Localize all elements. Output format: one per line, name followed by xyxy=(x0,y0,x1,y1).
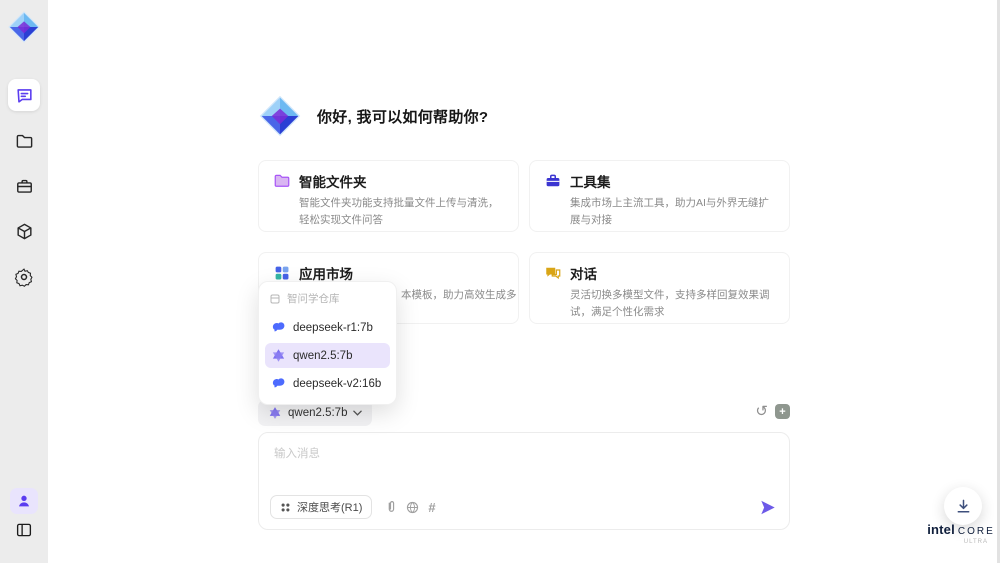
folder-icon xyxy=(274,174,290,187)
chat-bubble-icon xyxy=(546,267,561,280)
model-option-deepseek-v2[interactable]: deepseek-v2:16b xyxy=(265,371,390,396)
core-wordmark: core xyxy=(957,526,995,537)
model-selector-label: qwen2.5:7b xyxy=(288,407,348,419)
settings-icon xyxy=(14,268,33,287)
card-desc: 集成市场上主流工具，助力AI与外界无缝扩展与对接 xyxy=(570,197,769,226)
app-logo-icon xyxy=(8,11,40,43)
card-toolset[interactable]: 工具集 集成市场上主流工具，助力AI与外界无缝扩展与对接 xyxy=(529,160,790,232)
card-desc: 本模板，助力高效生成多 xyxy=(401,289,517,301)
intel-core-logo: intel core ultra xyxy=(927,522,995,545)
model-option-deepseek-r1[interactable]: deepseek-r1:7b xyxy=(265,315,390,340)
intel-wordmark: intel xyxy=(927,522,955,537)
app-market-icon xyxy=(275,266,289,280)
globe-icon[interactable] xyxy=(406,501,419,514)
message-input[interactable] xyxy=(272,443,756,487)
new-chat-icon[interactable]: + xyxy=(775,404,790,419)
message-composer: 深度思考(R1) # xyxy=(258,432,790,530)
deep-think-label: 深度思考(R1) xyxy=(297,502,363,514)
hash-icon[interactable]: # xyxy=(428,500,435,515)
greeting-logo-icon xyxy=(259,95,301,137)
qwen-icon xyxy=(272,349,285,362)
sidebar xyxy=(0,0,48,563)
app-window: 你好, 我可以如何帮助你? 智能文件夹 智能文件夹功能支持批量文件上传与清洗，轻… xyxy=(0,0,1000,563)
card-title: 智能文件夹 xyxy=(299,175,367,190)
toolbox-icon xyxy=(546,174,560,187)
deepseek-icon xyxy=(272,378,285,388)
sidebar-item-settings[interactable] xyxy=(8,261,40,293)
card-title: 应用市场 xyxy=(299,267,353,282)
send-icon xyxy=(761,500,775,514)
sidebar-item-folders[interactable] xyxy=(8,125,40,157)
composer-icons: # xyxy=(385,500,436,515)
model-dropdown: 智问学仓库 deepseek-r1:7b qwen2.5:7b deepseek… xyxy=(258,281,397,405)
greeting: 你好, 我可以如何帮助你? xyxy=(258,94,488,138)
composer-toolbar: 深度思考(R1) # xyxy=(270,495,777,519)
folder-icon xyxy=(16,134,32,148)
chevron-down-icon xyxy=(353,410,363,416)
card-title: 工具集 xyxy=(570,175,611,190)
deep-think-icon xyxy=(281,503,290,511)
main-content: 你好, 我可以如何帮助你? 智能文件夹 智能文件夹功能支持批量文件上传与清洗，轻… xyxy=(258,0,790,563)
card-dialogue[interactable]: 对话 灵活切换多模型文件，支持多样回复效果调试，满足个性化需求 xyxy=(529,252,790,324)
chat-icon xyxy=(16,88,32,103)
cube-icon xyxy=(16,223,32,239)
model-option-label: deepseek-v2:16b xyxy=(293,377,382,390)
sidebar-item-user[interactable] xyxy=(10,488,38,514)
model-option-label: deepseek-r1:7b xyxy=(293,321,373,334)
card-smart-folder[interactable]: 智能文件夹 智能文件夹功能支持批量文件上传与清洗，轻松实现文件问答 xyxy=(258,160,519,232)
model-option-qwen[interactable]: qwen2.5:7b xyxy=(265,343,390,368)
send-button[interactable] xyxy=(759,499,777,516)
intel-sub-label: ultra xyxy=(963,539,988,545)
model-option-label: qwen2.5:7b xyxy=(293,349,353,362)
toolbox-icon xyxy=(16,179,32,193)
sidebar-item-chat[interactable] xyxy=(8,79,40,111)
qwen-icon xyxy=(269,407,281,419)
panel-toggle-icon xyxy=(16,523,32,537)
sidebar-item-models[interactable] xyxy=(8,215,40,247)
sidebar-item-tools[interactable] xyxy=(8,170,40,202)
repository-icon xyxy=(270,294,280,303)
history-icon[interactable]: ↺ xyxy=(755,404,768,419)
user-icon xyxy=(19,495,29,507)
model-dropdown-header: 智问学仓库 xyxy=(265,289,390,312)
download-icon xyxy=(957,499,969,512)
card-title: 对话 xyxy=(570,267,597,282)
paperclip-icon[interactable] xyxy=(385,500,397,514)
card-desc: 智能文件夹功能支持批量文件上传与清洗，轻松实现文件问答 xyxy=(299,197,499,226)
model-dropdown-header-label: 智问学仓库 xyxy=(287,293,340,305)
download-button[interactable] xyxy=(944,487,982,525)
greeting-title: 你好, 我可以如何帮助你? xyxy=(317,108,489,126)
deepseek-icon xyxy=(272,322,285,332)
card-desc: 灵活切换多模型文件，支持多样回复效果调试，满足个性化需求 xyxy=(570,289,770,318)
sidebar-item-panel-toggle[interactable] xyxy=(10,518,38,542)
deep-think-toggle[interactable]: 深度思考(R1) xyxy=(270,495,373,519)
